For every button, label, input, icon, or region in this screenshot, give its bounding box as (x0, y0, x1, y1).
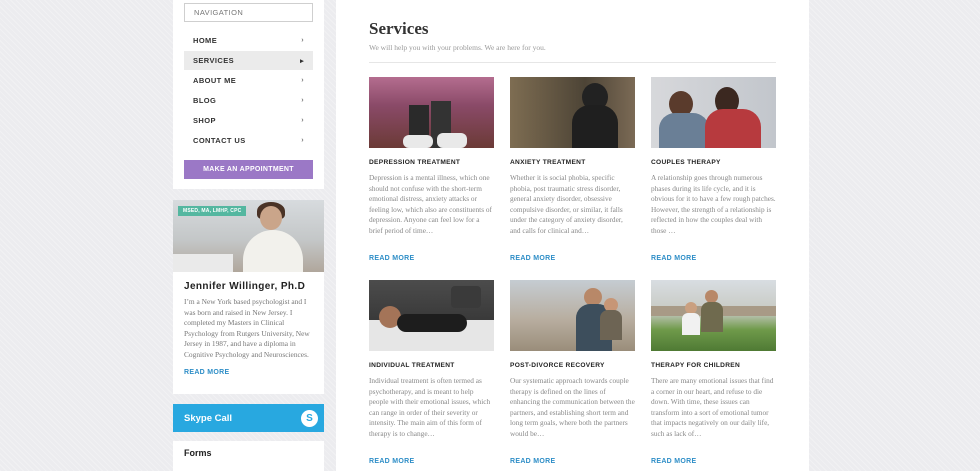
service-card-couples: COUPLES THERAPY A relationship goes thro… (651, 77, 776, 280)
children-image[interactable] (651, 280, 776, 351)
service-title: COUPLES THERAPY (651, 159, 721, 166)
service-description: Individual treatment is often termed as … (369, 376, 491, 438)
service-read-more-link[interactable]: READ MORE (651, 255, 776, 262)
anxiety-image[interactable] (510, 77, 635, 148)
nav-item-home[interactable]: HOME › (184, 31, 313, 50)
service-title: THERAPY FOR CHILDREN (651, 362, 741, 369)
service-card-individual: INDIVIDUAL TREATMENT Individual treatmen… (369, 280, 494, 471)
service-read-more-link[interactable]: READ MORE (651, 458, 776, 465)
profile-name: Jennifer Willinger, Ph.D (184, 281, 306, 292)
chevron-right-icon: › (301, 117, 304, 124)
page-title: Services (369, 19, 429, 38)
nav-item-label: HOME (193, 36, 218, 45)
skype-icon: S (301, 409, 318, 427)
triangle-right-icon: ▸ (300, 57, 304, 65)
profile-read-more-link[interactable]: READ MORE (184, 369, 313, 376)
service-description: Depression is a mental illness, which on… (369, 173, 492, 235)
divider (369, 62, 776, 63)
service-card-anxiety: ANXIETY TREATMENT Whether it is social p… (510, 77, 635, 280)
service-description: Our systematic approach towards couple t… (510, 376, 635, 438)
forms-heading: Forms (184, 448, 212, 458)
service-title: INDIVIDUAL TREATMENT (369, 362, 455, 369)
chevron-right-icon: › (301, 97, 304, 104)
service-card-post-divorce: POST-DIVORCE RECOVERY Our systematic app… (510, 280, 635, 471)
chevron-right-icon: › (301, 37, 304, 44)
nav-item-services[interactable]: SERVICES ▸ (184, 51, 313, 70)
profile-bio: I’m a New York based psychologist and I … (184, 297, 310, 359)
service-read-more-link[interactable]: READ MORE (510, 458, 635, 465)
nav-item-label: BLOG (193, 96, 217, 105)
service-card-children: THERAPY FOR CHILDREN There are many emot… (651, 280, 776, 471)
service-title: DEPRESSION TREATMENT (369, 159, 461, 166)
nav-item-label: ABOUT ME (193, 76, 237, 85)
service-title: ANXIETY TREATMENT (510, 159, 586, 166)
nav-item-label: SERVICES (193, 56, 234, 65)
service-description: Whether it is social phobia, specific ph… (510, 173, 623, 235)
nav-item-label: CONTACT US (193, 136, 246, 145)
nav-item-shop[interactable]: SHOP › (184, 111, 313, 130)
service-description: A relationship goes through numerous pha… (651, 173, 776, 235)
chevron-right-icon: › (301, 137, 304, 144)
services-content: Services We will help you with your prob… (336, 0, 809, 471)
forms-widget: Forms (173, 441, 324, 471)
nav-item-about-me[interactable]: ABOUT ME › (184, 71, 313, 90)
navigation-search-input[interactable]: NAVIGATION (184, 3, 313, 22)
page-subtitle: We will help you with your problems. We … (369, 43, 546, 52)
make-appointment-button[interactable]: MAKE AN APPOINTMENT (184, 160, 313, 179)
post-divorce-image[interactable] (510, 280, 635, 351)
chevron-right-icon: › (301, 77, 304, 84)
profile-photo: MSED, MA, LMHP, CPC (173, 200, 324, 272)
service-read-more-link[interactable]: READ MORE (369, 458, 494, 465)
service-read-more-link[interactable]: READ MORE (510, 255, 635, 262)
skype-call-button[interactable]: Skype Call S (173, 404, 324, 432)
skype-call-label: Skype Call (184, 412, 233, 424)
individual-image[interactable] (369, 280, 494, 351)
service-card-depression: DEPRESSION TREATMENT Depression is a men… (369, 77, 494, 280)
services-grid: DEPRESSION TREATMENT Depression is a men… (369, 77, 776, 471)
profile-card: MSED, MA, LMHP, CPC Jennifer Willinger, … (173, 200, 324, 394)
navigation-panel: NAVIGATION HOME › SERVICES ▸ ABOUT ME › … (173, 0, 324, 189)
credentials-badge: MSED, MA, LMHP, CPC (178, 206, 247, 216)
nav-item-blog[interactable]: BLOG › (184, 91, 313, 110)
service-description: There are many emotional issues that fin… (651, 376, 774, 438)
nav-menu: HOME › SERVICES ▸ ABOUT ME › BLOG › SHOP… (184, 31, 313, 150)
couples-image[interactable] (651, 77, 776, 148)
service-title: POST-DIVORCE RECOVERY (510, 362, 605, 369)
sidebar: NAVIGATION HOME › SERVICES ▸ ABOUT ME › … (173, 0, 324, 471)
depression-image[interactable] (369, 77, 494, 148)
service-read-more-link[interactable]: READ MORE (369, 255, 494, 262)
nav-item-contact-us[interactable]: CONTACT US › (184, 131, 313, 150)
nav-item-label: SHOP (193, 116, 216, 125)
